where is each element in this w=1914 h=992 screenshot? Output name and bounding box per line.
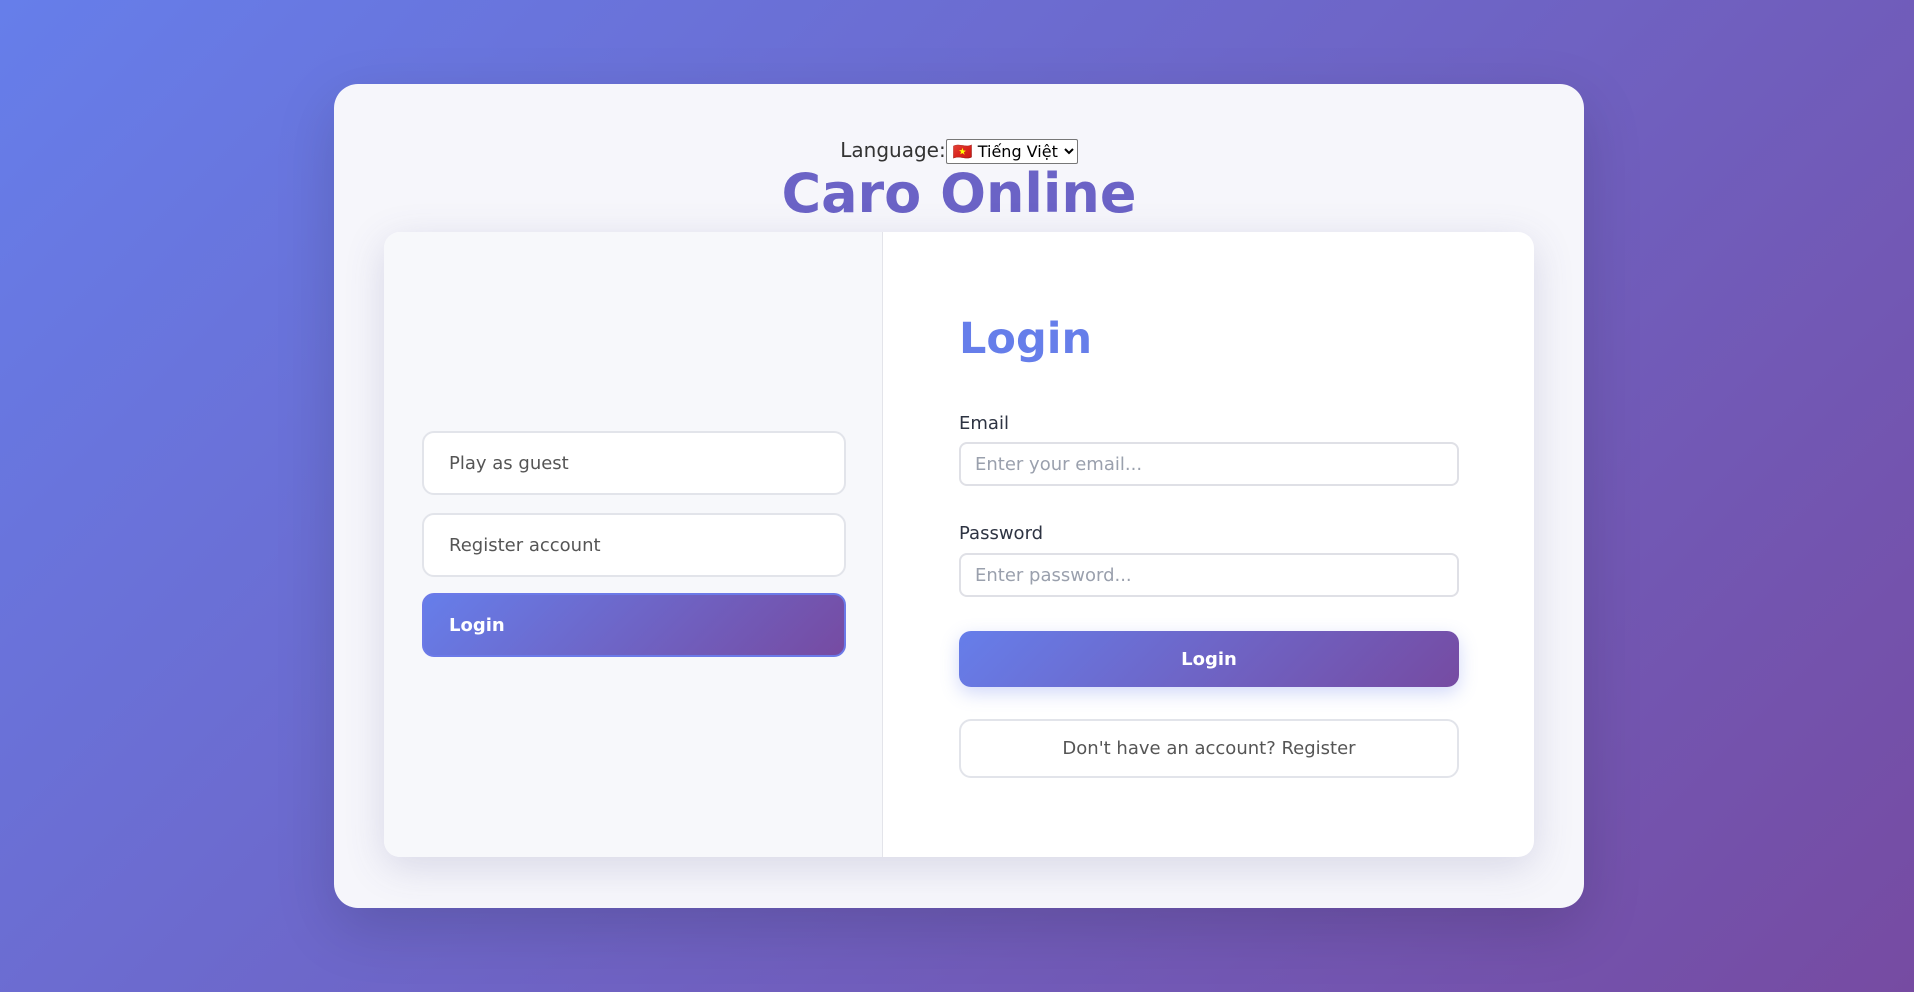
register-account-button[interactable]: Register account [422, 513, 846, 577]
auth-sidebar: Play as guest Register account Login [384, 232, 883, 857]
email-label: Email [959, 413, 1009, 434]
register-link-button[interactable]: Don't have an account? Register [959, 719, 1459, 778]
password-input[interactable] [959, 553, 1459, 597]
login-submit-button[interactable]: Login [959, 631, 1459, 687]
app-title: Caro Online [781, 162, 1137, 225]
play-as-guest-button[interactable]: Play as guest [422, 431, 846, 495]
form-title: Login [959, 314, 1093, 364]
language-label: Language: [840, 138, 946, 162]
language-row: Language: 🇻🇳 Tiếng Việt [334, 138, 1584, 164]
language-select[interactable]: 🇻🇳 Tiếng Việt [945, 139, 1078, 164]
login-tab-button[interactable]: Login [422, 593, 846, 657]
auth-panel: Play as guest Register account Login Log… [384, 232, 1534, 857]
email-input[interactable] [959, 442, 1459, 486]
password-label: Password [959, 523, 1044, 544]
